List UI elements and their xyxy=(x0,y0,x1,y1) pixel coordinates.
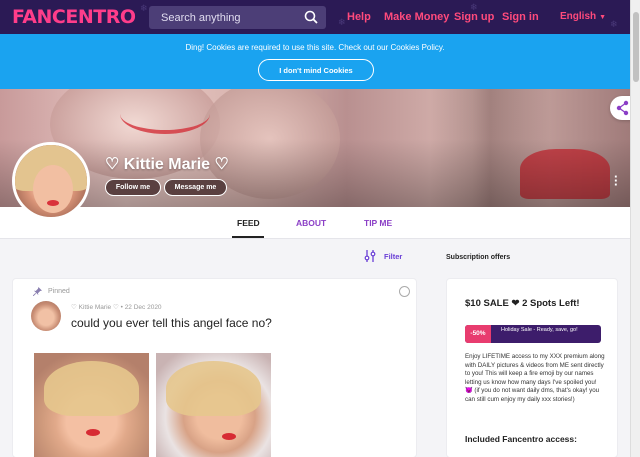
logo-text: FANCENTRO xyxy=(12,6,136,28)
scrollbar[interactable] xyxy=(630,0,640,457)
nav-link-sign-in[interactable]: Sign in xyxy=(502,11,539,23)
globe-icon xyxy=(399,286,410,297)
included-access-heading: Included Fancentro access: xyxy=(465,434,577,444)
post-date: 22 Dec 2020 xyxy=(124,304,162,311)
snowflake-icon: ❄ xyxy=(610,20,618,30)
message-button[interactable]: Message me xyxy=(164,179,227,196)
post-card: Pinned ♡ Kittie Marie ♡ • 22 Dec 2020 co… xyxy=(12,278,417,457)
language-label: English xyxy=(560,11,597,22)
search-box[interactable] xyxy=(149,6,326,29)
tab-tip-me[interactable]: TIP ME xyxy=(364,218,392,228)
subscription-offer-card[interactable]: $10 SALE ❤ 2 Spots Left! -50% Holiday Sa… xyxy=(446,278,618,457)
offer-title: $10 SALE ❤ 2 Spots Left! xyxy=(465,298,580,309)
nav-link-sign-up[interactable]: Sign up xyxy=(454,11,494,23)
fancentro-logo[interactable]: FANCENTRO xyxy=(12,5,136,29)
filter-button[interactable]: Filter xyxy=(364,250,402,262)
discount-badge: -50% xyxy=(465,325,491,343)
cookie-banner: Ding! Cookies are required to use this s… xyxy=(0,34,630,89)
profile-name: ♡ Kittie Marie ♡ xyxy=(105,156,229,173)
filter-icon xyxy=(364,250,376,262)
chevron-down-icon: ▼ xyxy=(599,14,607,21)
post-image[interactable] xyxy=(156,353,271,457)
post-author[interactable]: ♡ Kittie Marie ♡ xyxy=(71,304,119,311)
search-input[interactable] xyxy=(161,11,301,24)
language-select[interactable]: English ▼ xyxy=(560,11,606,22)
post-meta: ♡ Kittie Marie ♡ • 22 Dec 2020 xyxy=(71,303,162,311)
pinned-label: Pinned xyxy=(48,288,70,295)
cookie-message: Ding! Cookies are required to use this s… xyxy=(185,43,445,52)
subscription-offers-heading: Subscription offers xyxy=(446,254,511,261)
offer-description: Enjoy LIFETIME access to my XXX premium … xyxy=(465,353,605,403)
post-image[interactable] xyxy=(34,353,149,457)
scrollbar-thumb[interactable] xyxy=(633,12,639,82)
promo-banner: -50% Holiday Sale - Ready, save, go! xyxy=(465,325,601,343)
profile-avatar[interactable] xyxy=(12,142,90,220)
pin-icon xyxy=(33,287,42,296)
more-options-icon[interactable]: · · · xyxy=(614,170,618,191)
tab-feed[interactable]: FEED xyxy=(237,218,260,228)
accept-cookies-button[interactable]: I don't mind Cookies xyxy=(258,59,374,81)
follow-button[interactable]: Follow me xyxy=(105,179,161,196)
filter-label: Filter xyxy=(384,251,403,261)
post-author-avatar[interactable] xyxy=(31,301,61,331)
nav-link-make-money[interactable]: Make Money xyxy=(384,11,449,23)
nav-link-help[interactable]: Help xyxy=(347,11,371,23)
top-nav: ❄ ❄ ❄ ❄ FANCENTRO Help Make Money Sign u… xyxy=(0,0,640,34)
pinned-indicator: Pinned xyxy=(33,287,70,296)
cover-image xyxy=(0,89,630,207)
tab-about[interactable]: ABOUT xyxy=(296,218,326,228)
active-tab-indicator xyxy=(232,236,264,238)
snowflake-icon: ❄ xyxy=(140,4,148,14)
search-icon[interactable] xyxy=(304,10,318,24)
promo-text: Holiday Sale - Ready, save, go! xyxy=(501,327,578,333)
post-separator: • xyxy=(120,304,123,311)
profile-tabs: FEED ABOUT TIP ME xyxy=(0,207,630,239)
snowflake-icon: ❄ xyxy=(338,18,346,28)
post-caption: could you ever tell this angel face no? xyxy=(71,316,272,330)
